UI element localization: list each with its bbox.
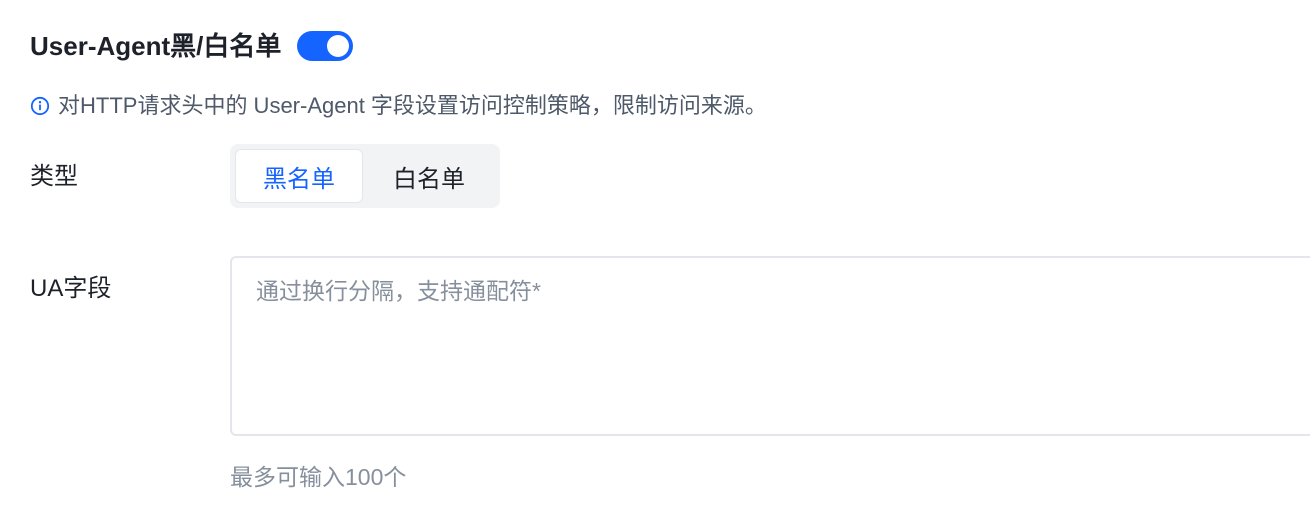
ua-field-label: UA字段 xyxy=(30,275,112,302)
ua-field-hint: 最多可输入100个 xyxy=(230,464,407,490)
toggle-knob xyxy=(327,35,350,57)
section-header: User-Agent黑/白名单 xyxy=(30,26,354,66)
ua-field-textarea[interactable] xyxy=(230,256,1310,436)
enable-toggle[interactable] xyxy=(297,31,354,61)
info-line: 对HTTP请求头中的 User-Agent 字段设置访问控制策略，限制访问来源。 xyxy=(30,90,767,122)
segment-whitelist[interactable]: 白名单 xyxy=(363,149,495,203)
section-title: User-Agent黑/白名单 xyxy=(30,31,282,61)
info-text: 对HTTP请求头中的 User-Agent 字段设置访问控制策略，限制访问来源。 xyxy=(58,93,767,118)
info-circle-icon xyxy=(30,96,50,116)
ua-blacklist-whitelist-panel: User-Agent黑/白名单 对HTTP请求头中的 User-Agent 字段… xyxy=(0,0,1310,522)
segment-blacklist[interactable]: 黑名单 xyxy=(235,149,363,203)
type-label: 类型 xyxy=(30,163,78,190)
type-segmented-control: 黑名单 白名单 xyxy=(230,144,500,208)
